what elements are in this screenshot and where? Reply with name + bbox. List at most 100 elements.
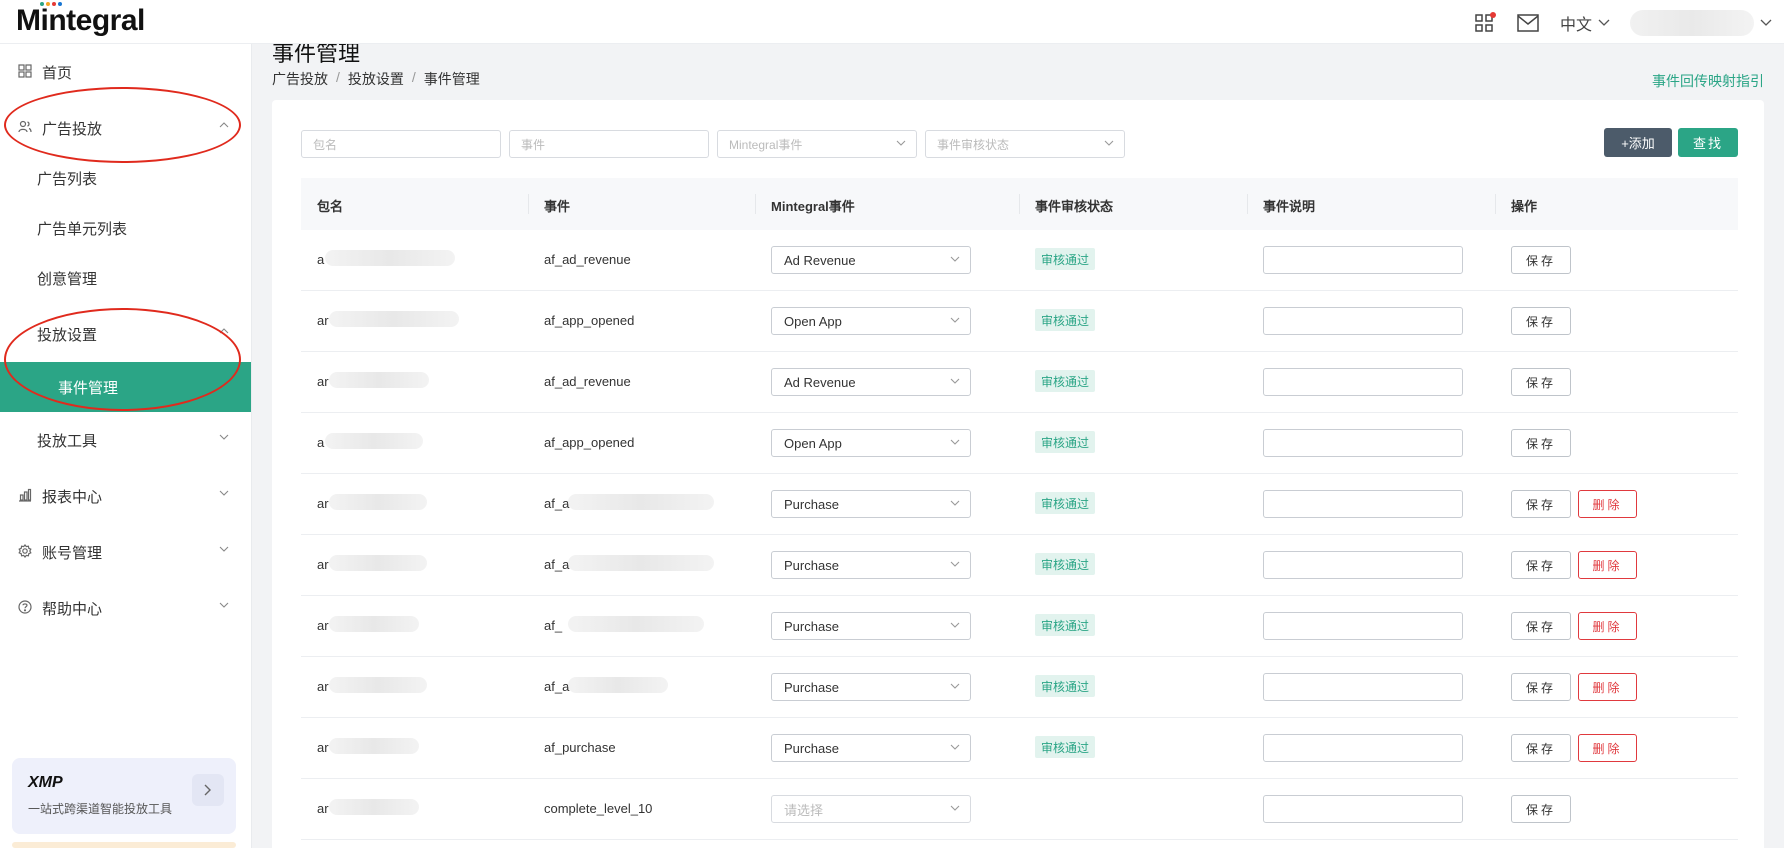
- status-badge: 审核通过: [1035, 736, 1096, 758]
- mintegral-event-value: Ad Revenue: [784, 252, 856, 268]
- mintegral-event-select[interactable]: 请选择: [771, 795, 971, 823]
- save-button[interactable]: 保存: [1511, 490, 1571, 518]
- event-description-input[interactable]: [1263, 734, 1463, 762]
- mintegral-event-value: 请选择: [784, 802, 824, 818]
- delete-button[interactable]: 删除: [1578, 734, 1637, 762]
- save-button[interactable]: 保存: [1511, 795, 1571, 823]
- mintegral-event-value: Purchase: [784, 618, 839, 634]
- mintegral-event-select[interactable]: Open App: [771, 429, 971, 457]
- delete-button[interactable]: 删除: [1578, 673, 1637, 701]
- sidebar-item-help-center[interactable]: 帮助中心: [0, 586, 251, 630]
- mintegral-event-select[interactable]: Ad Revenue: [771, 246, 971, 274]
- column-header-event: 事件: [544, 199, 571, 214]
- table-row: ar af_a Purchase 审核通过 保存 删除: [301, 535, 1738, 596]
- apps-grid-icon[interactable]: [1472, 11, 1496, 35]
- mintegral-event-select[interactable]: Purchase: [771, 612, 971, 640]
- package-name-cell: ar: [317, 618, 329, 633]
- delete-button[interactable]: 删除: [1578, 612, 1637, 640]
- save-button[interactable]: 保存: [1511, 612, 1571, 640]
- package-name-filter[interactable]: 包名: [301, 130, 501, 158]
- column-divider: [528, 194, 529, 214]
- breadcrumb-item-current: 事件管理: [423, 71, 480, 87]
- chevron-down-icon: [219, 490, 229, 496]
- user-account-menu[interactable]: [1630, 10, 1754, 36]
- table-row: ar af_a Purchase 审核通过 保存 删除: [301, 474, 1738, 535]
- table-row: ar af_ad_revenue Ad Revenue 审核通过 保存: [301, 352, 1738, 413]
- mintegral-event-filter-placeholder: Mintegral事件: [729, 137, 803, 152]
- package-name-cell: ar: [317, 801, 329, 816]
- event-description-input[interactable]: [1263, 246, 1463, 274]
- mintegral-event-select[interactable]: Ad Revenue: [771, 368, 971, 396]
- breadcrumb-item[interactable]: 投放设置: [348, 69, 404, 89]
- sidebar-item-reports[interactable]: 报表中心: [0, 474, 251, 518]
- sidebar-item-ad-delivery[interactable]: 广告投放: [0, 106, 251, 150]
- xmp-promo-card[interactable]: XMP 一站式跨渠道智能投放工具: [12, 758, 236, 834]
- delete-button[interactable]: 删除: [1578, 551, 1637, 579]
- top-bar-actions: 中文: [1472, 8, 1772, 38]
- logo[interactable]: Mintegral: [16, 4, 145, 38]
- save-button[interactable]: 保存: [1511, 368, 1571, 396]
- chevron-down-icon: [950, 256, 960, 262]
- sidebar-item-event-management[interactable]: 事件管理: [0, 362, 251, 412]
- sidebar-item-delivery-tools[interactable]: 投放工具: [0, 418, 251, 462]
- sidebar-item-delivery-settings[interactable]: 投放设置: [0, 312, 251, 356]
- event-description-input[interactable]: [1263, 673, 1463, 701]
- sidebar-item-ad-list[interactable]: 广告列表: [0, 156, 251, 200]
- language-selector[interactable]: 中文: [1560, 11, 1610, 35]
- help-icon: [18, 600, 32, 614]
- chevron-right-icon[interactable]: [192, 774, 224, 806]
- save-button[interactable]: 保存: [1511, 734, 1571, 762]
- package-name-cell: ar: [317, 496, 329, 511]
- audit-status-filter[interactable]: 事件审核状态: [925, 130, 1125, 158]
- delete-button[interactable]: 删除: [1578, 490, 1637, 518]
- redacted-event-name: [568, 555, 714, 571]
- save-button[interactable]: 保存: [1511, 673, 1571, 701]
- event-mapping-guide-link[interactable]: 事件回传映射指引: [1652, 71, 1764, 91]
- mail-icon[interactable]: [1516, 11, 1540, 35]
- event-description-input[interactable]: [1263, 612, 1463, 640]
- mintegral-event-filter[interactable]: Mintegral事件: [717, 130, 917, 158]
- chevron-down-icon: [950, 378, 960, 384]
- event-name-cell: af_ad_revenue: [544, 252, 631, 267]
- event-description-input[interactable]: [1263, 368, 1463, 396]
- mintegral-event-select[interactable]: Purchase: [771, 734, 971, 762]
- chevron-down-icon: [950, 317, 960, 323]
- redacted-event-name: [568, 677, 668, 693]
- mintegral-event-value: Purchase: [784, 679, 839, 695]
- sidebar-item-label: 事件管理: [58, 379, 119, 397]
- sidebar-item-creative-management[interactable]: 创意管理: [0, 256, 251, 300]
- breadcrumb-item[interactable]: 广告投放: [272, 69, 328, 89]
- event-description-input[interactable]: [1263, 307, 1463, 335]
- event-description-input[interactable]: [1263, 429, 1463, 457]
- save-button[interactable]: 保存: [1511, 307, 1571, 335]
- event-filter[interactable]: 事件: [509, 130, 709, 158]
- redacted-package-name: [329, 738, 419, 754]
- sidebar-item-home[interactable]: 首页: [0, 50, 251, 94]
- event-name-cell: af_ad_revenue: [544, 374, 631, 389]
- event-description-input[interactable]: [1263, 795, 1463, 823]
- chevron-up-icon: [219, 122, 229, 128]
- promo-banner-edge: [12, 842, 236, 848]
- mintegral-event-select[interactable]: Open App: [771, 307, 971, 335]
- sidebar-item-account-management[interactable]: 账号管理: [0, 530, 251, 574]
- sidebar-item-ad-unit-list[interactable]: 广告单元列表: [0, 206, 251, 250]
- event-description-input[interactable]: [1263, 490, 1463, 518]
- event-description-input[interactable]: [1263, 551, 1463, 579]
- save-button[interactable]: 保存: [1511, 551, 1571, 579]
- mintegral-event-select[interactable]: Purchase: [771, 551, 971, 579]
- breadcrumb-separator: /: [336, 69, 340, 85]
- chevron-down-icon[interactable]: [1760, 19, 1772, 27]
- search-button[interactable]: 查找: [1678, 128, 1738, 157]
- package-name-cell: ar: [317, 679, 329, 694]
- sidebar-item-label: 首页: [42, 64, 73, 82]
- mintegral-event-select[interactable]: Purchase: [771, 673, 971, 701]
- save-button[interactable]: 保存: [1511, 246, 1571, 274]
- save-button[interactable]: 保存: [1511, 429, 1571, 457]
- package-name-cell: a: [317, 252, 325, 267]
- add-button[interactable]: +添加: [1604, 128, 1672, 157]
- status-badge: 审核通过: [1035, 309, 1096, 331]
- redacted-package-name: [329, 494, 427, 510]
- xmp-logo: XMP: [28, 774, 63, 791]
- mintegral-event-select[interactable]: Purchase: [771, 490, 971, 518]
- column-divider: [1247, 194, 1248, 214]
